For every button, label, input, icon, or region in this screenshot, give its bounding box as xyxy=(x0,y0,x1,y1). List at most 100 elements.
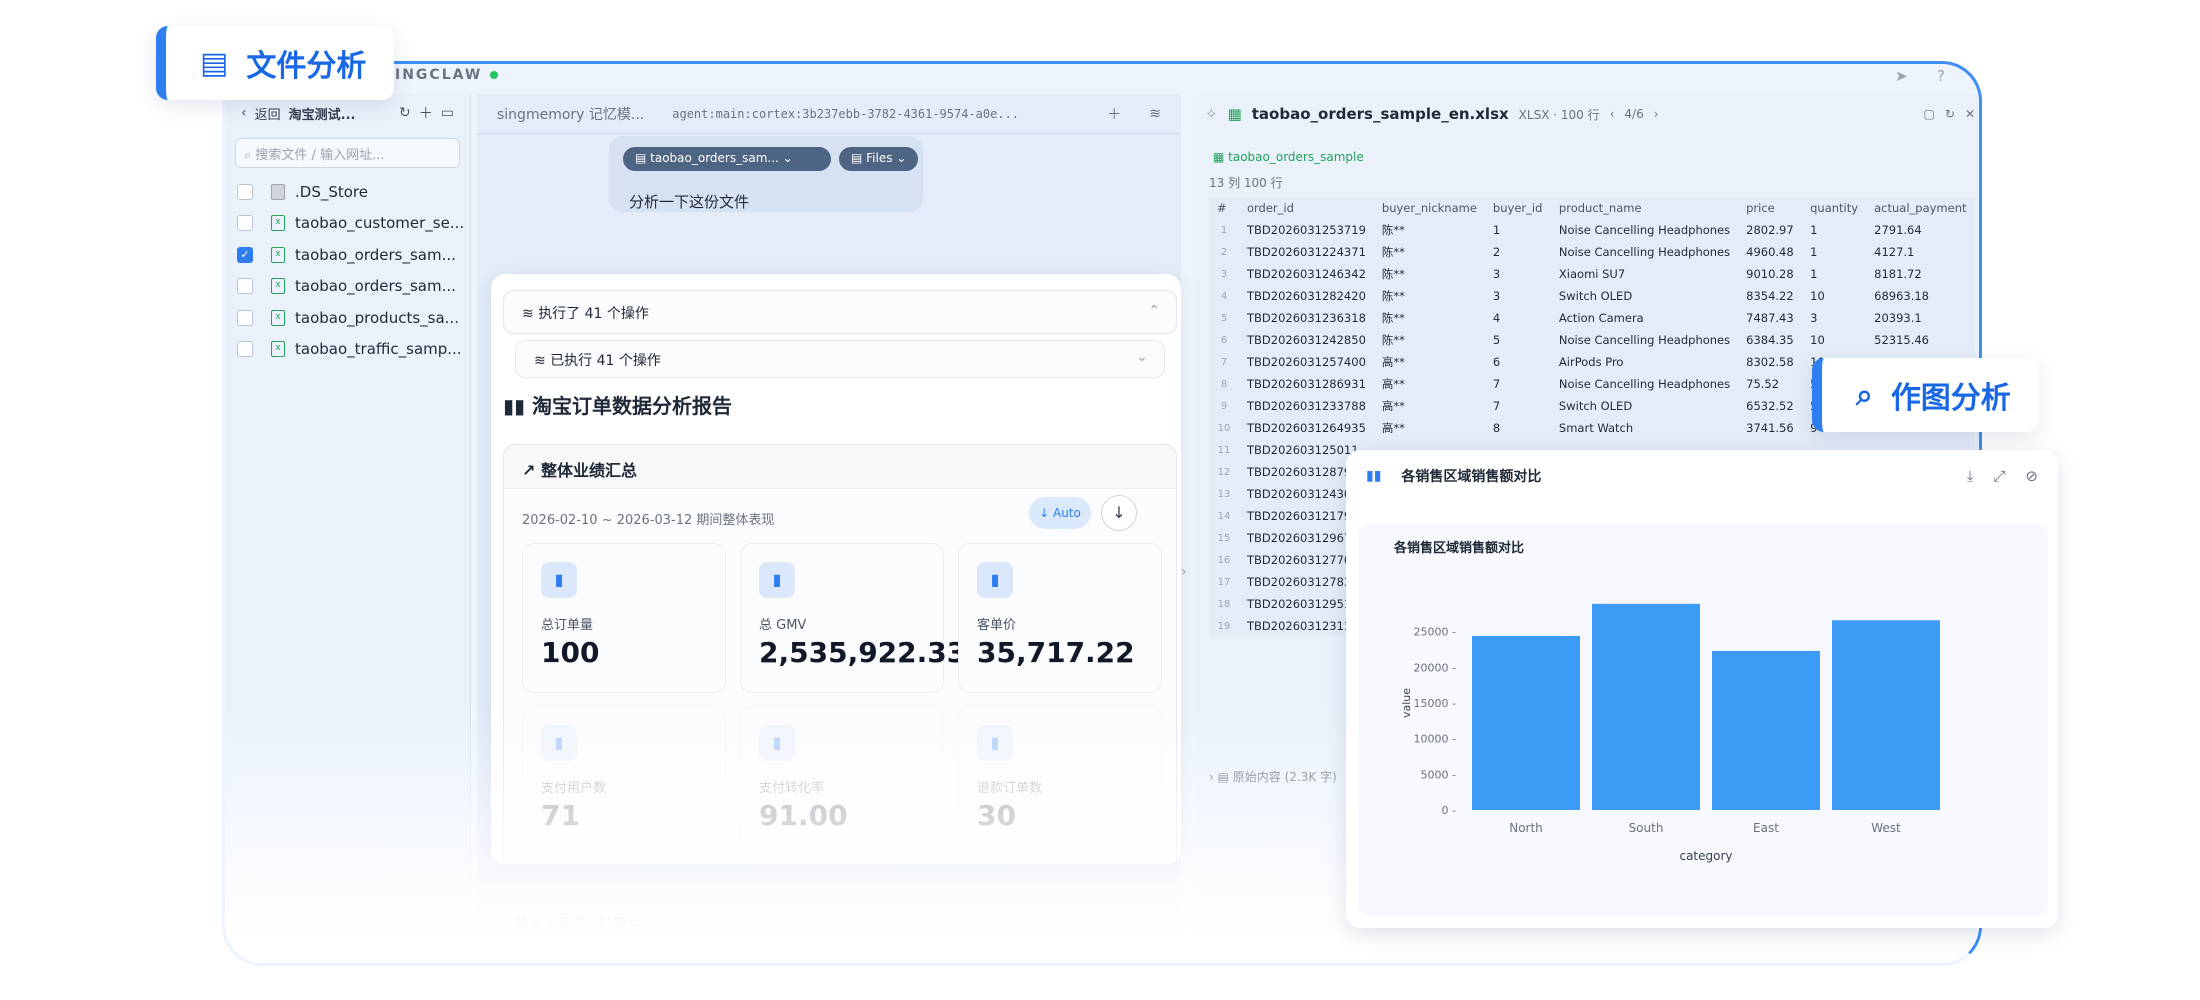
column-header[interactable]: # xyxy=(1209,197,1239,219)
table-cell: 9 xyxy=(1220,400,1228,412)
auto-scroll-toggle[interactable]: ↓ Auto xyxy=(1029,497,1091,529)
table-row[interactable]: 3 TBD2026031246342 陈** 3 Xiaomi SU7 9010.28 1 8… xyxy=(1209,263,1975,285)
table-row[interactable]: 4 TBD2026031282420 陈** 3 Switch OLED 8354.22 1… xyxy=(1209,285,1975,307)
column-header[interactable]: buyer_id xyxy=(1485,197,1551,219)
table-cell: TBD2026031224371 xyxy=(1247,245,1366,259)
table-row[interactable]: 6 TBD2026031242850 陈** 5 Noise Cancelling He… xyxy=(1209,329,1975,351)
close-icon[interactable]: ✕ xyxy=(1965,107,1975,121)
column-header[interactable]: quantity xyxy=(1802,197,1866,219)
send-icon[interactable]: ➤ xyxy=(1895,67,1908,85)
table-row[interactable]: 5 TBD2026031236318 陈** 4 Action Camera 7487.4… xyxy=(1209,307,1975,329)
table-cell: 陈** xyxy=(1381,333,1405,347)
table-cell: 7 xyxy=(1492,399,1501,413)
panel-collapse-icon[interactable]: › xyxy=(1181,564,1187,580)
attachment-chip[interactable]: ▤ taobao_orders_sam... ⌄ xyxy=(623,147,831,171)
file-item[interactable]: .DS_Store xyxy=(225,176,470,208)
table-row[interactable]: 1 TBD2026031253719 陈** 1 Noise Cancelling He… xyxy=(1209,219,1975,241)
file-icon xyxy=(271,183,285,200)
column-header[interactable]: actual_payment xyxy=(1866,197,1974,219)
file-item[interactable]: ✓ x taobao_orders_sam... xyxy=(225,239,470,271)
file-item[interactable]: x taobao_products_sa... xyxy=(225,302,470,334)
message-input[interactable]: 输入消息或粘贴图片... xyxy=(515,914,654,934)
bar-north xyxy=(1472,635,1580,810)
table-cell: 6 xyxy=(1220,334,1228,346)
table-cell: 4960.48 xyxy=(1746,245,1794,259)
files-chip[interactable]: ▤ Files ⌄ xyxy=(839,147,919,171)
comment-icon[interactable]: ▢ xyxy=(1924,107,1935,121)
x-tick-label: West xyxy=(1871,821,1901,835)
table-cell: Xiaomi SU7 xyxy=(1558,267,1626,281)
file-name: taobao_traffic_samp... xyxy=(295,340,462,359)
table-cell: TBD2026031253719 xyxy=(1247,223,1366,237)
table-cell: TBD2026031246342 xyxy=(1247,267,1366,281)
back-chevron-icon[interactable]: ‹ xyxy=(241,105,247,121)
new-folder-icon[interactable]: ▭ xyxy=(441,105,454,121)
chart-card: ▮▮ 各销售区域销售额对比 ⤓ ⤢ ⊘ 各销售区域销售额对比 value categ… xyxy=(1346,450,2058,928)
table-cell: AirPods Pro xyxy=(1558,355,1624,369)
prev-page-icon[interactable]: ‹ xyxy=(1610,107,1615,121)
table-cell: Noise Cancelling Headphones xyxy=(1558,245,1731,259)
sparkle-icon[interactable]: ✧ xyxy=(1205,105,1218,123)
file-checkbox[interactable]: ✓ xyxy=(237,246,253,263)
table-cell: 17 xyxy=(1217,576,1231,588)
y-tick-label: 15000 - xyxy=(1414,697,1456,710)
spreadsheet-header: ✧ ▦ taobao_orders_sample_en.xlsx XLSX · … xyxy=(1195,94,1979,134)
file-name: .DS_Store xyxy=(295,182,368,201)
back-button[interactable]: 返回 xyxy=(255,104,281,123)
scroll-down-button[interactable]: ↓ xyxy=(1101,495,1137,531)
hide-icon[interactable]: ⊘ xyxy=(2025,467,2038,485)
column-header[interactable]: buyer_nickname xyxy=(1374,197,1485,219)
file-item[interactable]: x taobao_traffic_samp... xyxy=(225,334,470,366)
metric-label: 总订单量 xyxy=(541,618,594,633)
refresh-icon[interactable]: ↻ xyxy=(399,105,411,121)
file-name: taobao_orders_sam... xyxy=(295,277,456,296)
download-icon[interactable]: ⤓ xyxy=(1967,467,1974,485)
metric-icon: ▮ xyxy=(541,562,577,598)
ops-done-row[interactable]: ≋ 已执行 41 个操作 ⌄ xyxy=(515,340,1165,378)
file-checkbox[interactable] xyxy=(237,215,253,232)
file-list: .DS_Store x taobao_customer_se... ✓ x taobao_… xyxy=(225,176,470,365)
file-search-input[interactable]: ⌕ 搜索文件 / 输入网址... xyxy=(235,138,460,168)
file-item[interactable]: x taobao_customer_se... xyxy=(225,208,470,240)
table-cell: Switch OLED xyxy=(1558,399,1633,413)
tab-singmemory[interactable]: singmemory 记忆模... xyxy=(497,104,644,124)
file-item[interactable]: x taobao_orders_sam... xyxy=(225,271,470,303)
sheet-name[interactable]: ▦ taobao_orders_sample xyxy=(1213,150,1364,164)
file-checkbox[interactable] xyxy=(237,278,253,295)
table-cell: 6 xyxy=(1492,355,1501,369)
raw-content-toggle[interactable]: › ▤ 原始内容 (2.3K 字) xyxy=(1209,768,1337,785)
help-icon[interactable]: ? xyxy=(1937,67,1945,85)
reload-icon[interactable]: ↻ xyxy=(1945,107,1955,121)
table-cell: Noise Cancelling Headphones xyxy=(1558,333,1731,347)
table-row[interactable]: 2 TBD2026031224371 陈** 2 Noise Cancelling He… xyxy=(1209,241,1975,263)
ops-executing-row[interactable]: ≋ 执行了 41 个操作 ⌃ xyxy=(503,290,1177,334)
next-page-icon[interactable]: › xyxy=(1654,107,1659,121)
chart-analysis-tag: ⌕ 作图分析 xyxy=(1812,358,2039,432)
y-tick-label: 5000 - xyxy=(1421,768,1456,781)
expand-icon[interactable]: ⤢ xyxy=(1993,467,2005,485)
metric-label: 退款订单数 xyxy=(977,781,1043,796)
file-checkbox[interactable] xyxy=(237,341,253,358)
screenshot-stage: INGCLAW ➤ ? ‹ 返回 淘宝测试... ↻ ＋ ▭ ⌕ 搜索文件 / … xyxy=(0,0,2200,1000)
table-cell: 1 xyxy=(1810,267,1818,281)
layers-icon[interactable]: ≋ xyxy=(1149,106,1161,122)
table-cell: 高** xyxy=(1381,399,1405,413)
new-file-icon[interactable]: ＋ xyxy=(419,103,433,123)
file-sidebar: ‹ 返回 淘宝测试... ↻ ＋ ▭ ⌕ 搜索文件 / 输入网址... .DS_… xyxy=(225,94,471,963)
file-analysis-tag: ▤ 文件分析 xyxy=(156,26,395,100)
table-header-row: # order_id buyer_nickname buyer_id product_n… xyxy=(1209,197,1975,219)
column-header[interactable]: order_id xyxy=(1239,197,1374,219)
table-cell: 4 xyxy=(1492,311,1501,325)
file-checkbox[interactable] xyxy=(237,183,253,200)
table-cell: 高** xyxy=(1381,355,1405,369)
metric-label: 支付转化率 xyxy=(759,781,825,796)
chevron-down-icon: ⌄ xyxy=(1136,349,1148,365)
column-header[interactable]: product_name xyxy=(1551,197,1738,219)
column-header[interactable]: price xyxy=(1738,197,1802,219)
table-cell: 2 xyxy=(1492,245,1501,259)
new-chat-icon[interactable]: ＋ xyxy=(1107,104,1121,124)
file-checkbox[interactable] xyxy=(237,309,253,326)
table-cell: 12 xyxy=(1217,466,1231,478)
metric-value: 2,535,922.33 xyxy=(759,636,967,669)
table-cell: 5 xyxy=(1220,312,1228,324)
